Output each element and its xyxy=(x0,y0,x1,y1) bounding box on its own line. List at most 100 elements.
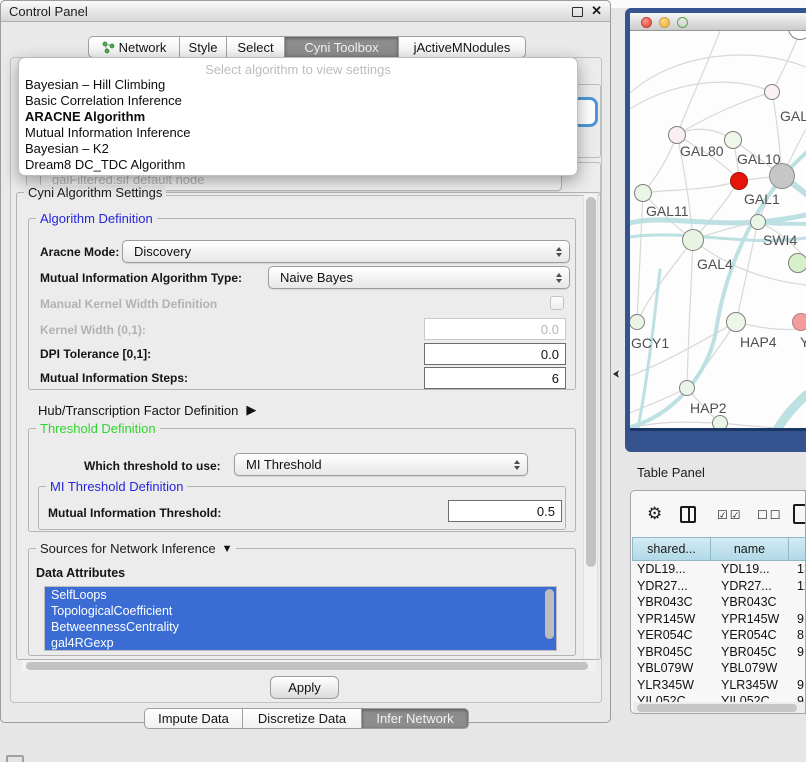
table-panel-title: Table Panel xyxy=(637,465,705,480)
node-salmon-right[interactable] xyxy=(792,313,806,331)
table-row[interactable]: YBL079W YBL079W xyxy=(632,660,806,677)
cell: 9. xyxy=(789,678,806,692)
cell: 13 xyxy=(789,562,806,576)
cell: YER054C xyxy=(632,628,711,642)
popup-item-bayesian-hill-climbing[interactable]: Bayesian – Hill Climbing xyxy=(25,77,165,93)
node-gal-top-right[interactable] xyxy=(764,84,780,100)
column-header-sharedname[interactable]: shared... xyxy=(632,537,711,561)
screen: Control Panel ✕ Network Style Select Cyn… xyxy=(0,0,806,762)
table-row[interactable]: YER054C YER054C 8. xyxy=(632,627,806,644)
float-window-icon[interactable] xyxy=(572,7,583,17)
popup-item-aracne[interactable]: ARACNE Algorithm xyxy=(25,109,145,125)
table-header: shared... name A xyxy=(632,537,806,561)
sources-title: Sources for Network Inference xyxy=(40,541,216,556)
popup-placeholder: Select algorithm to view settings xyxy=(19,62,577,77)
cell: YDL19... xyxy=(632,562,711,576)
tab-style[interactable]: Style xyxy=(180,36,227,58)
cell: YBR043C xyxy=(711,595,789,609)
network-window-titlebar[interactable] xyxy=(630,13,806,31)
aracne-mode-value: Discovery xyxy=(134,244,191,259)
node-hap2[interactable] xyxy=(679,380,695,396)
gear-icon[interactable]: ⚙ xyxy=(647,504,662,524)
node-hap4[interactable] xyxy=(726,312,746,332)
minimize-traffic-light-icon[interactable] xyxy=(659,17,670,28)
zoom-traffic-light-icon[interactable] xyxy=(677,17,688,28)
node-gal4[interactable] xyxy=(682,229,704,251)
column-header-name[interactable]: name xyxy=(711,537,789,561)
aracne-mode-label: Aracne Mode: xyxy=(40,245,119,259)
tab-infer-network[interactable]: Infer Network xyxy=(362,708,469,729)
settings-vertical-scrollbar-thumb[interactable] xyxy=(586,197,596,567)
popup-item-basic-correlation[interactable]: Basic Correlation Inference xyxy=(25,93,182,109)
mi-threshold-field[interactable]: 0.5 xyxy=(448,500,562,522)
tab-cyni-toolbox-label: Cyni Toolbox xyxy=(304,40,378,55)
expanded-arrow-icon: ▼ xyxy=(222,543,233,555)
cell: YBL079W xyxy=(632,661,711,675)
node-swi4[interactable] xyxy=(750,214,766,230)
node-green-right[interactable] xyxy=(788,253,806,273)
dpi-tolerance-field[interactable]: 0.0 xyxy=(424,343,566,365)
node-gal80[interactable] xyxy=(668,126,686,144)
new-table-icon[interactable] xyxy=(793,504,806,524)
tab-jactivemnodules[interactable]: jActiveMNodules xyxy=(399,36,526,58)
node-gal10[interactable] xyxy=(724,131,742,149)
popup-item-mutual-information[interactable]: Mutual Information Inference xyxy=(25,125,190,141)
node-label-gcy1: GCY1 xyxy=(631,335,669,351)
select-all-icon[interactable]: ☑☑ xyxy=(717,508,743,522)
hub-section-toggle[interactable]: Hub/Transcription Factor Definition ▶ xyxy=(38,402,256,418)
node-gal1-selected[interactable] xyxy=(730,172,748,190)
list-item-selfloops[interactable]: SelfLoops xyxy=(45,587,556,603)
list-item-betweennesscentrality[interactable]: BetweennessCentrality xyxy=(45,619,556,635)
deselect-all-icon[interactable]: ☐☐ xyxy=(757,508,783,522)
which-threshold-combo[interactable]: MI Threshold xyxy=(234,453,528,476)
which-threshold-label: Which threshold to use: xyxy=(84,459,221,473)
node-label-hap4: HAP4 xyxy=(740,334,777,350)
data-attributes-list[interactable]: SelfLoops TopologicalCoefficient Between… xyxy=(44,586,557,651)
attributes-list-scrollbar[interactable] xyxy=(545,589,554,639)
column-header-third[interactable]: A xyxy=(789,537,806,561)
manual-kernel-width-checkbox[interactable] xyxy=(550,296,564,310)
sources-group-label[interactable]: Sources for Network Inference ▼ xyxy=(36,541,236,556)
mi-algorithm-type-combo[interactable]: Naive Bayes xyxy=(268,266,570,289)
popup-item-bayesian-k2[interactable]: Bayesian – K2 xyxy=(25,141,109,157)
dpi-tolerance-label: DPI Tolerance [0,1]: xyxy=(40,347,151,361)
table-row[interactable]: YDR27... YDR27... 12 xyxy=(632,578,806,595)
settings-horizontal-scrollbar-thumb[interactable] xyxy=(26,662,588,670)
table-rows: YDL19... YDL19... 13 YDR27... YDR27... 1… xyxy=(632,561,806,710)
tab-discretize-data[interactable]: Discretize Data xyxy=(243,708,362,729)
network-canvas[interactable]: GAL GAL80 GAL10 GAL1 GAL11 SWI4 GAL4 GCY… xyxy=(630,31,806,428)
node-gal11[interactable] xyxy=(634,184,652,202)
table-horizontal-scrollbar-thumb[interactable] xyxy=(637,704,797,712)
cell: YBL079W xyxy=(711,661,789,675)
cyni-algorithm-settings-label: Cyni Algorithm Settings xyxy=(24,185,166,200)
tab-infer-network-label: Infer Network xyxy=(376,711,453,726)
control-panel-titlebar[interactable]: Control Panel ✕ xyxy=(0,0,611,22)
apply-button[interactable]: Apply xyxy=(270,676,339,699)
tab-network[interactable]: Network xyxy=(88,36,180,58)
mi-steps-field[interactable]: 6 xyxy=(424,367,566,389)
tab-impute-data[interactable]: Impute Data xyxy=(144,708,243,729)
apply-button-label: Apply xyxy=(288,680,321,695)
close-icon[interactable]: ✕ xyxy=(591,3,602,19)
cell: YER054C xyxy=(711,628,789,642)
tab-select[interactable]: Select xyxy=(227,36,285,58)
list-item-topologicalcoefficient[interactable]: TopologicalCoefficient xyxy=(45,603,556,619)
table-row[interactable]: YLR345W YLR345W 9. xyxy=(632,677,806,694)
cell: 12 xyxy=(789,579,806,593)
cell: YLR345W xyxy=(711,678,789,692)
table-row[interactable]: YBR043C YBR043C xyxy=(632,594,806,611)
kernel-width-field[interactable]: 0.0 xyxy=(424,318,566,340)
stepper-icon xyxy=(514,460,520,470)
tab-cyni-toolbox[interactable]: Cyni Toolbox xyxy=(285,36,399,58)
table-row[interactable]: YPR145W YPR145W 9. xyxy=(632,611,806,628)
close-traffic-light-icon[interactable] xyxy=(641,17,652,28)
panel-grip-icon[interactable] xyxy=(6,755,24,762)
threshold-definition-label: Threshold Definition xyxy=(36,421,160,436)
node-bottom[interactable] xyxy=(712,415,728,428)
popup-item-dream8[interactable]: Dream8 DC_TDC Algorithm xyxy=(25,157,185,173)
table-row[interactable]: YBR045C YBR045C 9. xyxy=(632,644,806,661)
table-row[interactable]: YDL19... YDL19... 13 xyxy=(632,561,806,578)
split-columns-icon[interactable] xyxy=(680,506,696,523)
aracne-mode-combo[interactable]: Discovery xyxy=(122,240,570,263)
list-item-gal4rgexp[interactable]: gal4RGexp xyxy=(45,635,556,651)
